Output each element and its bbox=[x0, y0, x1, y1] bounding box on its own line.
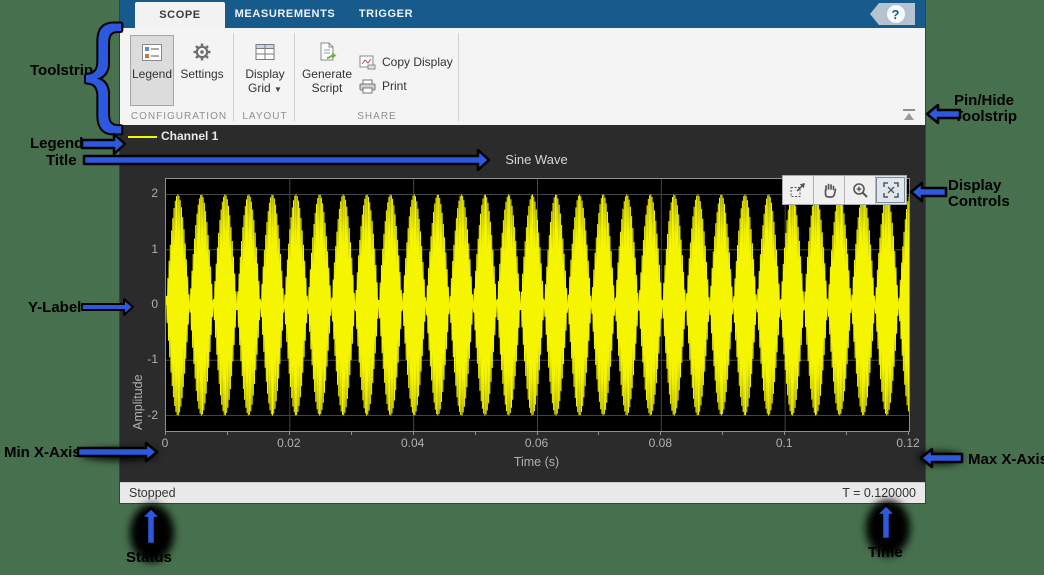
annotation-title: Title bbox=[46, 152, 77, 169]
tab-scope[interactable]: SCOPE bbox=[135, 2, 225, 28]
plot-display: Channel 1 Sine Wave Amplitude 210-1-2 00… bbox=[120, 125, 925, 482]
annotation-time: Time bbox=[868, 544, 903, 561]
toolstrip-brace: { bbox=[84, 22, 123, 117]
x-minor-tick bbox=[722, 431, 723, 435]
min-x-axis-arrow bbox=[76, 440, 160, 464]
section-label-layout: LAYOUT bbox=[238, 111, 292, 122]
x-tick-label: 0.1 bbox=[776, 436, 793, 450]
tab-measurements[interactable]: MEASUREMENTS bbox=[225, 0, 345, 28]
status-arrow bbox=[137, 505, 165, 547]
pin-toolstrip-icon bbox=[901, 108, 917, 121]
help-icon: ? bbox=[887, 5, 905, 23]
display-grid-button-label: DisplayGrid ▼ bbox=[245, 67, 284, 97]
annotation-status: Status bbox=[126, 549, 172, 566]
x-tick-label: 0.08 bbox=[649, 436, 672, 450]
y-tick-label: 1 bbox=[134, 242, 158, 256]
zoom-region-button[interactable] bbox=[783, 176, 813, 204]
pan-button[interactable] bbox=[813, 176, 844, 204]
pin-hide-toolstrip-button[interactable] bbox=[901, 108, 919, 122]
y-tick-label: 0 bbox=[134, 297, 158, 311]
x-minor-tick bbox=[537, 431, 538, 435]
copy-display-icon bbox=[358, 55, 376, 70]
plot-axes[interactable] bbox=[165, 178, 910, 432]
x-minor-tick bbox=[475, 431, 476, 435]
annotation-pin-hide-toolstrip: Pin/HideToolstrip bbox=[954, 93, 1017, 125]
annotation-legend: Legend bbox=[30, 135, 83, 152]
x-minor-tick bbox=[289, 431, 290, 435]
copy-display-label: Copy Display bbox=[382, 55, 453, 69]
tab-bar: SCOPE MEASUREMENTS TRIGGER ? bbox=[120, 0, 925, 28]
annotation-display-controls: DisplayControls bbox=[948, 178, 1010, 210]
time-readout: T = 0.120000 bbox=[842, 486, 916, 500]
annotation-y-label: Y-Label bbox=[28, 299, 81, 316]
x-tick-label: 0 bbox=[162, 436, 169, 450]
display-controls-toolbar bbox=[782, 175, 907, 205]
status-text: Stopped bbox=[129, 486, 176, 500]
toolstrip-divider bbox=[294, 33, 295, 121]
toolstrip: Legend Settings DisplayGrid ▼ GenerateSc… bbox=[120, 28, 925, 125]
legend-button[interactable]: Legend bbox=[130, 35, 174, 106]
display-grid-button[interactable]: DisplayGrid ▼ bbox=[238, 35, 292, 106]
pin-hide-arrow bbox=[924, 102, 962, 126]
x-tick-label: 0.04 bbox=[401, 436, 424, 450]
autoscale-icon bbox=[882, 181, 900, 199]
x-tick-label: 0.12 bbox=[896, 436, 919, 450]
annotation-min-x-axis: Min X-Axis bbox=[4, 444, 81, 461]
section-label-configuration: CONFIGURATION bbox=[130, 111, 228, 122]
tab-trigger[interactable]: TRIGGER bbox=[336, 0, 436, 28]
legend-channel-label: Channel 1 bbox=[161, 129, 218, 143]
x-minor-tick bbox=[908, 431, 909, 435]
y-tick-label: 2 bbox=[134, 186, 158, 200]
autoscale-button[interactable] bbox=[875, 176, 906, 204]
x-minor-tick bbox=[660, 431, 661, 435]
grid-icon bbox=[255, 41, 275, 63]
toolstrip-divider bbox=[458, 33, 459, 121]
max-x-axis-arrow bbox=[918, 446, 964, 470]
zoom-in-icon bbox=[851, 181, 869, 199]
time-arrow bbox=[872, 502, 900, 542]
waveform-plot bbox=[166, 179, 909, 431]
print-label: Print bbox=[382, 79, 407, 93]
toolstrip-divider bbox=[233, 33, 234, 121]
legend-button-label: Legend bbox=[132, 67, 172, 81]
help-button[interactable]: ? bbox=[870, 3, 915, 25]
settings-button[interactable]: Settings bbox=[176, 35, 228, 106]
print-icon bbox=[358, 79, 376, 94]
chevron-down-icon: ▼ bbox=[274, 85, 282, 94]
x-minor-tick bbox=[413, 431, 414, 435]
gear-icon bbox=[192, 41, 212, 63]
scope-window: SCOPE MEASUREMENTS TRIGGER ? Legend Sett… bbox=[120, 0, 925, 503]
x-tick-label: 0.02 bbox=[277, 436, 300, 450]
title-arrow bbox=[82, 147, 492, 173]
copy-display-button[interactable]: Copy Display bbox=[358, 52, 453, 72]
print-button[interactable]: Print bbox=[358, 76, 407, 96]
x-axis-label: Time (s) bbox=[165, 455, 908, 469]
generate-script-button-label: GenerateScript bbox=[302, 67, 352, 95]
plot-legend[interactable]: Channel 1 bbox=[120, 125, 925, 146]
generate-script-button[interactable]: GenerateScript bbox=[299, 35, 355, 106]
display-controls-arrow bbox=[908, 180, 948, 204]
annotation-max-x-axis: Max X-Axis bbox=[968, 451, 1044, 468]
zoom-in-button[interactable] bbox=[844, 176, 875, 204]
x-minor-tick bbox=[227, 431, 228, 435]
section-label-share: SHARE bbox=[299, 111, 455, 122]
x-minor-tick bbox=[351, 431, 352, 435]
region-zoom-icon bbox=[789, 181, 807, 199]
y-tick-label: -1 bbox=[134, 352, 158, 366]
x-minor-tick bbox=[598, 431, 599, 435]
settings-button-label: Settings bbox=[180, 67, 223, 81]
y-tick-label: -2 bbox=[134, 408, 158, 422]
x-tick-label: 0.06 bbox=[525, 436, 548, 450]
legend-line-swatch bbox=[128, 136, 157, 138]
pan-hand-icon bbox=[820, 181, 838, 199]
status-bar: Stopped T = 0.120000 bbox=[120, 482, 925, 503]
x-minor-tick bbox=[165, 431, 166, 435]
x-minor-tick bbox=[784, 431, 785, 435]
y-label-arrow bbox=[80, 297, 136, 317]
x-minor-tick bbox=[846, 431, 847, 435]
legend-icon bbox=[142, 41, 162, 63]
script-icon bbox=[317, 41, 337, 63]
